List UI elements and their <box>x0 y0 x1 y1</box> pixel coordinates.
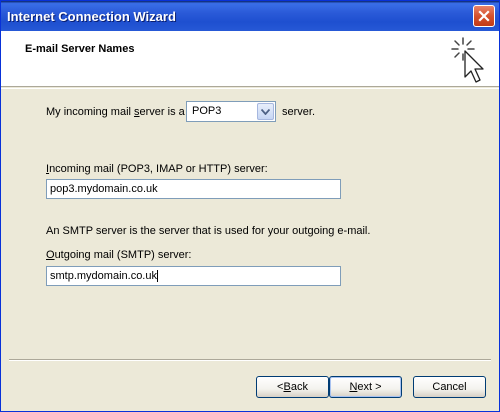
close-icon <box>478 10 490 22</box>
outgoing-server-input[interactable]: smtp.mydomain.co.uk <box>46 266 341 286</box>
cancel-button[interactable]: Cancel <box>413 376 486 398</box>
wizard-cursor-icon <box>451 37 484 83</box>
dropdown-button[interactable] <box>257 103 274 120</box>
footer-separator <box>9 359 491 361</box>
next-button[interactable]: Next > <box>329 376 402 398</box>
outgoing-server-label: Outgoing mail (SMTP) server: <box>46 249 192 261</box>
dropdown-arrow-icon <box>261 108 270 115</box>
incoming-server-label: Incoming mail (POP3, IMAP or HTTP) serve… <box>46 163 268 175</box>
page-title: E-mail Server Names <box>25 43 135 55</box>
close-button[interactable] <box>473 5 495 27</box>
text-caret <box>156 270 158 283</box>
incoming-type-label: My incoming mail server is a <box>46 106 185 118</box>
title-bar[interactable]: Internet Connection Wizard <box>1 1 499 31</box>
incoming-server-input[interactable]: pop3.mydomain.co.uk <box>46 179 341 199</box>
incoming-type-select[interactable]: POP3 <box>186 101 276 122</box>
wizard-window: Internet Connection Wizard E-mail Server… <box>0 0 500 412</box>
incoming-type-suffix: server. <box>282 106 316 118</box>
header-divider <box>1 88 499 89</box>
smtp-info-text: An SMTP server is the server that is use… <box>46 225 371 237</box>
wizard-header: E-mail Server Names <box>1 31 499 87</box>
window-title: Internet Connection Wizard <box>7 8 176 24</box>
back-button[interactable]: < Back <box>256 376 329 398</box>
incoming-type-value: POP3 <box>192 105 222 117</box>
